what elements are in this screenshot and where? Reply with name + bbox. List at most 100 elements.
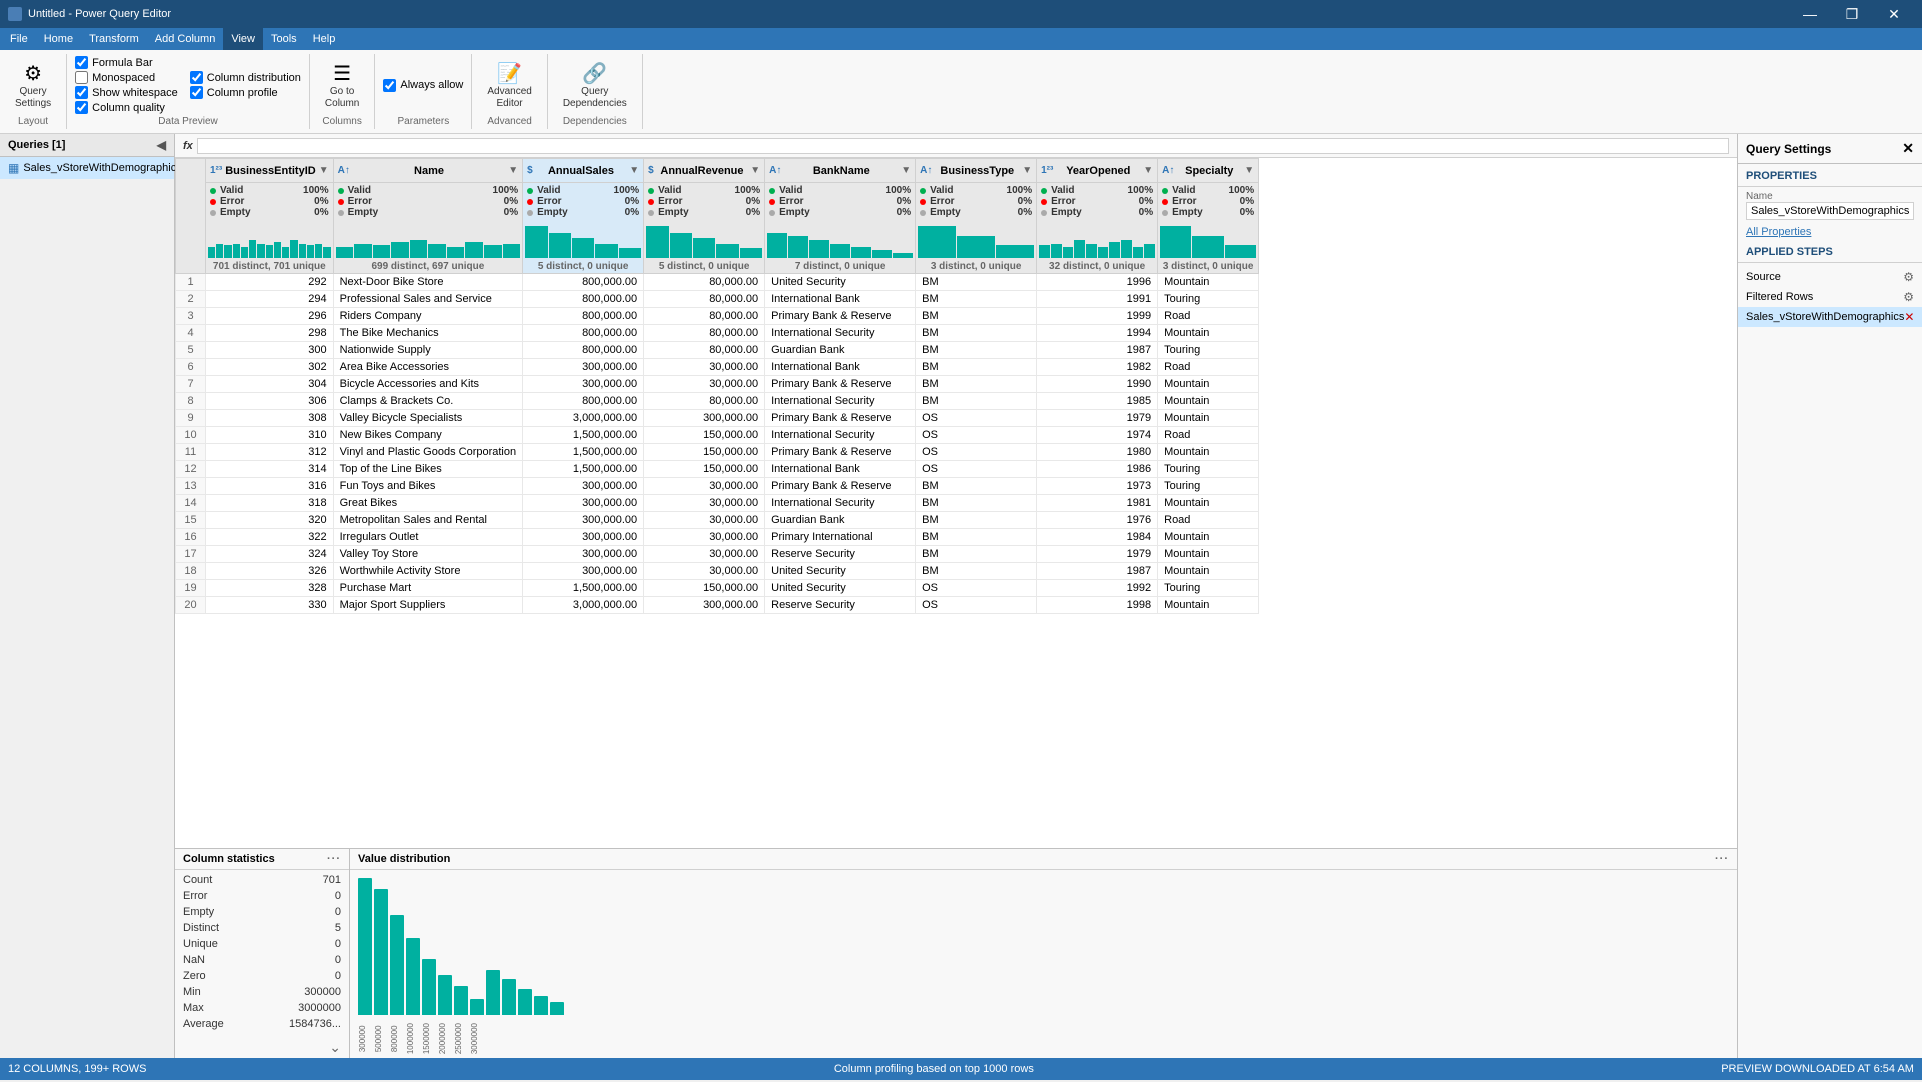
minimize-button[interactable]: — — [1790, 0, 1830, 28]
annualrevenue-menu[interactable]: ▼ — [750, 165, 760, 176]
step-item-source[interactable]: Source⚙ — [1738, 267, 1922, 287]
table-cell: 1979 — [1037, 546, 1158, 563]
table-row[interactable]: 18326Worthwhile Activity Store300,000.00… — [176, 563, 1259, 580]
formula-bar-checkbox[interactable] — [75, 56, 88, 69]
bankname-menu[interactable]: ▼ — [901, 165, 911, 176]
table-cell: BM — [916, 529, 1037, 546]
table-row[interactable]: 7304Bicycle Accessories and Kits300,000.… — [176, 376, 1259, 393]
maximize-button[interactable]: ❐ — [1832, 0, 1872, 28]
column-quality-checkbox-row[interactable]: Column quality — [75, 101, 178, 114]
query-dependencies-label: QueryDependencies — [563, 86, 627, 110]
menu-help[interactable]: Help — [305, 28, 344, 50]
monospaced-checkbox[interactable] — [75, 71, 88, 84]
menu-file[interactable]: File — [2, 28, 36, 50]
monospaced-checkbox-row[interactable]: Monospaced — [75, 71, 178, 84]
table-row[interactable]: 6302Area Bike Accessories300,000.0030,00… — [176, 359, 1259, 376]
table-cell: 150,000.00 — [644, 444, 765, 461]
query-settings-button[interactable]: ⚙ QuerySettings — [8, 57, 58, 113]
table-cell: 9 — [176, 410, 206, 427]
stats-scroll-down[interactable]: ⌄ — [329, 1039, 341, 1056]
col-distribution-checkbox-row[interactable]: Column distribution — [190, 71, 301, 84]
steps-section: Source⚙Filtered Rows⚙Sales_vStoreWithDem… — [1738, 263, 1922, 331]
menu-view[interactable]: View — [223, 28, 263, 50]
table-cell: 80,000.00 — [644, 325, 765, 342]
show-whitespace-checkbox[interactable] — [75, 86, 88, 99]
advanced-editor-button[interactable]: 📝 AdvancedEditor — [480, 57, 538, 113]
table-cell: 3,000,000.00 — [523, 410, 644, 427]
center-content: fx 1²³ BusinessEntityID — [175, 134, 1737, 1058]
step-item-sales-store[interactable]: Sales_vStoreWithDemographics✕ — [1738, 307, 1922, 327]
table-row[interactable]: 14318Great Bikes300,000.0030,000.00Inter… — [176, 495, 1259, 512]
table-cell: OS — [916, 427, 1037, 444]
formula-bar-checkbox-row[interactable]: Formula Bar — [75, 56, 178, 69]
all-properties-link[interactable]: All Properties — [1738, 224, 1922, 240]
always-allow-checkbox[interactable] — [383, 79, 396, 92]
query-dependencies-button[interactable]: 🔗 QueryDependencies — [556, 57, 634, 113]
always-allow-checkbox-row[interactable]: Always allow — [383, 79, 463, 92]
value-dist-menu[interactable]: ··· — [1715, 853, 1729, 865]
table-cell: BM — [916, 546, 1037, 563]
table-row[interactable]: 10310New Bikes Company1,500,000.00150,00… — [176, 427, 1259, 444]
go-to-column-button[interactable]: ☰ Go toColumn — [318, 57, 366, 113]
table-row[interactable]: 12314Top of the Line Bikes1,500,000.0015… — [176, 461, 1259, 478]
title-bar-controls[interactable]: — ❐ ✕ — [1790, 0, 1914, 28]
table-row[interactable]: 17324Valley Toy Store300,000.0030,000.00… — [176, 546, 1259, 563]
menu-transform[interactable]: Transform — [81, 28, 147, 50]
col-profile-checkbox[interactable] — [190, 86, 203, 99]
table-row[interactable]: 4298The Bike Mechanics800,000.0080,000.0… — [176, 325, 1259, 342]
close-button[interactable]: ✕ — [1874, 0, 1914, 28]
name-menu[interactable]: ▼ — [508, 165, 518, 176]
table-row[interactable]: 20330Major Sport Suppliers3,000,000.0030… — [176, 597, 1259, 614]
step-x-icon[interactable]: ✕ — [1904, 310, 1914, 324]
fx-label: fx — [183, 140, 193, 152]
table-cell: 800,000.00 — [523, 393, 644, 410]
menu-home[interactable]: Home — [36, 28, 81, 50]
yearopened-menu[interactable]: ▼ — [1143, 165, 1153, 176]
annualsales-menu[interactable]: ▼ — [629, 165, 639, 176]
table-row[interactable]: 8306Clamps & Brackets Co.800,000.0080,00… — [176, 393, 1259, 410]
table-row[interactable]: 16322Irregulars Outlet300,000.0030,000.0… — [176, 529, 1259, 546]
always-allow-label: Always allow — [400, 79, 463, 91]
name-property-input[interactable] — [1746, 202, 1914, 220]
status-bar: 12 COLUMNS, 199+ ROWS Column profiling b… — [0, 1058, 1922, 1080]
col-profile-checkbox-row[interactable]: Column profile — [190, 86, 301, 99]
table-row[interactable]: 15320Metropolitan Sales and Rental300,00… — [176, 512, 1259, 529]
table-row[interactable]: 1292Next-Door Bike Store800,000.0080,000… — [176, 274, 1259, 291]
table-row[interactable]: 11312Vinyl and Plastic Goods Corporation… — [176, 444, 1259, 461]
grid-scroll[interactable]: 1²³ BusinessEntityID ▼ Valid100% Error0%… — [175, 158, 1737, 848]
table-row[interactable]: 19328Purchase Mart1,500,000.00150,000.00… — [176, 580, 1259, 597]
businesstype-menu[interactable]: ▼ — [1022, 165, 1032, 176]
step-gear-icon[interactable]: ⚙ — [1903, 290, 1914, 304]
table-row[interactable]: 5300Nationwide Supply800,000.0080,000.00… — [176, 342, 1259, 359]
step-gear-icon[interactable]: ⚙ — [1903, 270, 1914, 284]
table-cell: United Security — [765, 563, 916, 580]
formula-input[interactable] — [197, 138, 1729, 154]
dist-bar — [470, 999, 484, 1015]
table-cell: 322 — [206, 529, 334, 546]
specialty-menu[interactable]: ▼ — [1244, 165, 1254, 176]
show-whitespace-checkbox-row[interactable]: Show whitespace — [75, 86, 178, 99]
collapse-queries-button[interactable]: ◀ — [157, 138, 166, 152]
menu-add-column[interactable]: Add Column — [147, 28, 224, 50]
query-settings-close[interactable]: ✕ — [1902, 140, 1914, 157]
menu-tools[interactable]: Tools — [263, 28, 305, 50]
step-item-filtered-rows[interactable]: Filtered Rows⚙ — [1738, 287, 1922, 307]
col-distribution-checkbox[interactable] — [190, 71, 203, 84]
dist-chart — [350, 870, 1737, 1023]
table-row[interactable]: 9308Valley Bicycle Specialists3,000,000.… — [176, 410, 1259, 427]
dist-x-label: 300000 — [358, 1023, 372, 1054]
table-row[interactable]: 13316Fun Toys and Bikes300,000.0030,000.… — [176, 478, 1259, 495]
businessentityid-menu[interactable]: ▼ — [319, 165, 329, 176]
table-row[interactable]: 2294Professional Sales and Service800,00… — [176, 291, 1259, 308]
col-stats-menu[interactable]: ··· — [327, 853, 341, 865]
dependencies-content: 🔗 QueryDependencies — [556, 56, 634, 114]
table-cell: Next-Door Bike Store — [333, 274, 523, 291]
ribbon-group-layout-content: ⚙ QuerySettings — [8, 56, 58, 114]
table-cell: 30,000.00 — [644, 495, 765, 512]
step-name: Sales_vStoreWithDemographics — [1746, 311, 1904, 323]
bankname-type: A↑ — [769, 165, 781, 176]
column-quality-checkbox[interactable] — [75, 101, 88, 114]
table-cell: OS — [916, 580, 1037, 597]
query-item-sales[interactable]: ▦ Sales_vStoreWithDemographics — [0, 157, 174, 179]
table-row[interactable]: 3296Riders Company800,000.0080,000.00Pri… — [176, 308, 1259, 325]
